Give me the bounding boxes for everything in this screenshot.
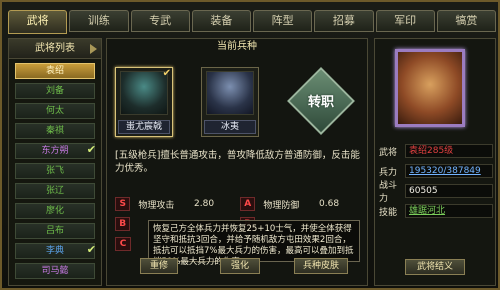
check-icon: ✔ xyxy=(86,143,96,156)
stat-value: 2.80 xyxy=(194,199,215,209)
info-value[interactable]: 雄踞河北 xyxy=(405,204,493,218)
expand-arrow-icon[interactable] xyxy=(90,44,97,54)
general-list-item[interactable]: 秦祺 xyxy=(15,123,95,139)
rebirth-button[interactable]: 重修 xyxy=(140,258,178,274)
stat-grade: B xyxy=(115,217,131,231)
skill-tooltip: 恢复己方全体兵力并恢复25+10士气，并使全体获得坚守和抵抗3回合，并给予随机敌… xyxy=(148,220,360,267)
general-name: 袁绍 xyxy=(45,66,64,76)
game-window: 武将 训练 专武 装备 阵型 招募 军印 犒赏 武将列表 袁绍 刘备 何太 秦祺 东方朔 ✔ 张飞 张辽 廖化… xyxy=(0,0,500,290)
general-name: 何太 xyxy=(45,106,64,116)
general-list-item[interactable]: 袁绍 xyxy=(15,63,95,79)
general-list-item[interactable]: 东方朔 ✔ xyxy=(15,143,96,159)
troop-card-2[interactable]: 冰夷 xyxy=(201,67,259,137)
info-row: 武将 袁绍285级 xyxy=(379,143,493,159)
info-value: 袁绍285级 xyxy=(405,144,493,158)
info-key: 兵力 xyxy=(379,167,398,178)
tab-4[interactable]: 阵型 xyxy=(253,10,313,32)
tab-0[interactable]: 武将 xyxy=(8,10,68,34)
info-value[interactable]: 195320/387849 xyxy=(405,164,493,178)
tab-2[interactable]: 专武 xyxy=(130,10,190,32)
info-key: 技能 xyxy=(379,207,398,218)
troop-skin-button[interactable]: 兵种皮肤 xyxy=(294,258,348,274)
info-key: 武将 xyxy=(379,147,398,158)
general-name: 刘备 xyxy=(45,86,64,96)
check-icon: ✔ xyxy=(86,243,96,256)
stat-grade: C xyxy=(115,237,131,251)
general-list-item[interactable]: 刘备 xyxy=(15,83,95,99)
info-row: 技能 雄踞河北 xyxy=(379,203,493,219)
selected-check-icon: ✔ xyxy=(162,68,171,79)
troop-cards: ✔ 蚩尤宸戟 冰夷 转职 xyxy=(115,67,365,147)
general-list-title: 武将列表 xyxy=(9,39,101,59)
troop-portrait xyxy=(206,71,254,115)
info-row: 兵力 195320/387849 xyxy=(379,163,493,179)
troop-card-name: 蚩尤宸戟 xyxy=(118,120,170,134)
troop-portrait xyxy=(120,71,168,115)
general-name: 东方朔 xyxy=(41,146,69,156)
tab-7[interactable]: 犒赏 xyxy=(436,10,496,32)
tab-5[interactable]: 招募 xyxy=(314,10,374,32)
tab-6[interactable]: 军印 xyxy=(375,10,435,32)
tab-3[interactable]: 装备 xyxy=(191,10,251,32)
general-name: 张辽 xyxy=(45,186,64,196)
general-list-item[interactable]: 张辽 xyxy=(15,183,95,199)
general-name: 秦祺 xyxy=(45,126,64,136)
general-name: 廖化 xyxy=(45,206,64,216)
general-list-item[interactable]: 何太 xyxy=(15,103,95,119)
stat-label: 物理防御 xyxy=(263,200,300,211)
tab-1[interactable]: 训练 xyxy=(69,10,129,32)
top-tabs: 武将 训练 专武 装备 阵型 招募 军印 犒赏 xyxy=(8,10,496,34)
troop-title: 当前兵种 xyxy=(217,41,257,52)
info-key: 战斗力 xyxy=(379,181,398,204)
strengthen-button[interactable]: 强化 xyxy=(220,258,260,274)
stat-grade: S xyxy=(115,197,131,211)
general-name: 吕布 xyxy=(45,226,64,236)
general-name: 李典 xyxy=(45,246,64,256)
troop-card-1[interactable]: ✔ 蚩尤宸戟 xyxy=(115,67,173,137)
transfer-label: 转职 xyxy=(307,95,334,110)
stat-label: 物理攻击 xyxy=(138,200,175,211)
stat-grade: A xyxy=(240,197,256,211)
general-list-panel: 武将列表 袁绍刘备何太秦祺东方朔 ✔ 张飞张辽廖化吕布李典 ✔ 司马懿 xyxy=(8,38,102,286)
troop-card-name: 冰夷 xyxy=(204,120,256,134)
general-oath-button[interactable]: 武将结义 xyxy=(405,259,465,275)
info-value: 60505 xyxy=(405,184,493,198)
general-name: 司马懿 xyxy=(41,266,69,276)
general-list-item[interactable]: 吕布 xyxy=(15,223,95,239)
general-list-item[interactable]: 张飞 xyxy=(15,163,95,179)
general-list-item[interactable]: 司马懿 xyxy=(15,263,95,279)
general-portrait xyxy=(395,49,465,127)
general-list-item[interactable]: 李典 ✔ xyxy=(15,243,96,259)
general-info-panel: 武将 袁绍285级 兵力 195320/387849 战斗力 60505 技能 雄踞河北 武将… xyxy=(374,38,496,286)
general-name: 张飞 xyxy=(45,166,64,176)
info-row: 战斗力 60505 xyxy=(379,181,493,204)
general-list: 袁绍刘备何太秦祺东方朔 ✔ 张飞张辽廖化吕布李典 ✔ 司马懿 xyxy=(9,59,101,287)
general-list-item[interactable]: 廖化 xyxy=(15,203,95,219)
stat-row: S 物理攻击 2.80 A 物理防御 0.68 xyxy=(115,195,365,213)
troop-description: [五级枪兵]擅长普通攻击，普攻降低敌方普通防御，反击能力优秀。 xyxy=(115,150,360,174)
stat-value: 0.68 xyxy=(319,199,340,209)
